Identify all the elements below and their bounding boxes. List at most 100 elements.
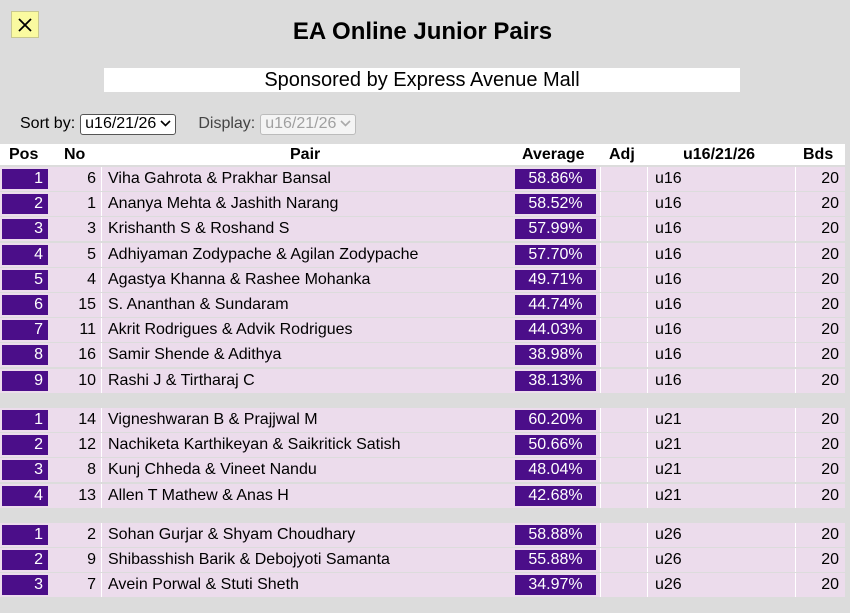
page-title: EA Online Junior Pairs xyxy=(292,18,553,45)
pos-badge: 2 xyxy=(2,194,48,215)
average-badge: 49.71% xyxy=(515,269,596,290)
group-cell: u16 xyxy=(655,296,682,313)
pair-names: Avein Porwal & Stuti Sheth xyxy=(101,573,509,598)
display-select[interactable]: u16/21/26 xyxy=(260,113,357,135)
table-row[interactable]: 2 1 Ananya Mehta & Jashith Narang 58.52% u16… xyxy=(0,192,845,217)
pos-badge: 5 xyxy=(2,269,48,290)
group-cell: u16 xyxy=(655,346,682,364)
adj-cell xyxy=(600,293,648,317)
pair-number: 1 xyxy=(87,195,96,213)
boards-cell: 20 xyxy=(795,548,839,573)
table-row[interactable]: 1 6 Viha Gahrota & Prakhar Bansal 58.86% u16… xyxy=(0,167,845,191)
pair-number: 15 xyxy=(78,296,96,313)
sponsor-banner: Sponsored by Express Avenue Mall xyxy=(104,68,740,92)
average-badge: 48.04% xyxy=(515,460,596,481)
average-badge: 44.74% xyxy=(515,295,596,315)
column-header-pos[interactable]: Pos xyxy=(9,146,38,164)
column-header-no[interactable]: No xyxy=(64,146,85,164)
column-header-pair[interactable]: Pair xyxy=(290,146,320,164)
adj-cell xyxy=(600,483,648,508)
group-cell: u16 xyxy=(655,321,682,339)
adj-cell xyxy=(600,523,648,547)
boards-cell: 20 xyxy=(795,167,839,191)
boards-cell: 20 xyxy=(795,573,839,598)
pos-badge: 3 xyxy=(2,575,48,596)
adj-cell xyxy=(600,267,648,292)
group-cell: u16 xyxy=(655,371,682,389)
sort-select[interactable]: u16/21/26 xyxy=(80,113,177,135)
pair-names: Allen T Mathew & Anas H xyxy=(101,483,509,508)
pair-number: 2 xyxy=(87,526,96,543)
adj-cell xyxy=(600,573,648,598)
table-row[interactable]: 8 16 Samir Shende & Adithya 38.98% u16 20 xyxy=(0,343,845,368)
adj-cell xyxy=(600,167,648,191)
group-cell: u21 xyxy=(655,411,682,428)
pair-number: 10 xyxy=(78,371,96,389)
sort-select-value: u16/21/26 xyxy=(85,115,157,132)
chevron-down-icon xyxy=(340,119,351,130)
display-select-value: u16/21/26 xyxy=(265,115,337,132)
table-row[interactable]: 1 2 Sohan Gurjar & Shyam Choudhary 58.88% u2… xyxy=(0,523,845,547)
pos-badge: 8 xyxy=(2,345,48,366)
pos-badge: 6 xyxy=(2,295,48,315)
adj-cell xyxy=(600,343,648,368)
table-row[interactable]: 6 15 S. Ananthan & Sundaram 44.74% u16 20 xyxy=(0,293,845,317)
boards-cell: 20 xyxy=(795,433,839,458)
adj-cell xyxy=(600,242,648,267)
table-row[interactable]: 3 7 Avein Porwal & Stuti Sheth 34.97% u26 20 xyxy=(0,573,845,598)
column-header-bds[interactable]: Bds xyxy=(803,146,833,164)
group-cell: u16 xyxy=(655,195,682,213)
average-badge: 38.13% xyxy=(515,370,596,391)
column-header-average[interactable]: Average xyxy=(522,146,585,164)
average-badge: 55.88% xyxy=(515,550,596,571)
pair-number: 3 xyxy=(87,220,96,238)
boards-cell: 20 xyxy=(795,483,839,508)
pair-number: 8 xyxy=(87,461,96,479)
pair-names: Nachiketa Karthikeyan & Saikritick Satis… xyxy=(101,433,509,458)
average-badge: 42.68% xyxy=(515,485,596,506)
table-row[interactable]: 4 13 Allen T Mathew & Anas H 42.68% u21 20 xyxy=(0,483,845,508)
average-badge: 34.97% xyxy=(515,575,596,596)
table-row[interactable]: 2 9 Shibasshish Barik & Debojyoti Samanta 5… xyxy=(0,548,845,573)
average-badge: 58.52% xyxy=(515,194,596,215)
boards-cell: 20 xyxy=(795,408,839,432)
table-row[interactable]: 3 8 Kunj Chheda & Vineet Nandu 48.04% u21 20 xyxy=(0,458,845,483)
pair-names: Krishanth S & Roshand S xyxy=(101,217,509,242)
table-row[interactable]: 4 5 Adhiyaman Zodypache & Agilan Zodypache… xyxy=(0,242,845,267)
boards-cell: 20 xyxy=(795,293,839,317)
group-cell: u21 xyxy=(655,461,682,479)
boards-cell: 20 xyxy=(795,192,839,217)
adj-cell xyxy=(600,548,648,573)
pair-names: Adhiyaman Zodypache & Agilan Zodypache xyxy=(101,242,509,267)
pair-names: Rashi J & Tirtharaj C xyxy=(101,368,509,393)
sort-label: Sort by: xyxy=(20,115,76,132)
adj-cell xyxy=(600,458,648,483)
boards-cell: 20 xyxy=(795,343,839,368)
pair-number: 16 xyxy=(78,346,96,364)
boards-cell: 20 xyxy=(795,217,839,242)
table-row[interactable]: 9 10 Rashi J & Tirtharaj C 38.13% u16 20 xyxy=(0,368,845,393)
controls-bar: Sort by: u16/21/26 Display: u16/21/26 xyxy=(20,112,357,136)
table-row[interactable]: 5 4 Agastya Khanna & Rashee Mohanka 49.71% u… xyxy=(0,267,845,292)
table-row[interactable]: 2 12 Nachiketa Karthikeyan & Saikritick Sa… xyxy=(0,433,845,458)
pos-badge: 4 xyxy=(2,244,48,265)
column-header-group[interactable]: u16/21/26 xyxy=(683,146,755,164)
table-row[interactable]: 7 11 Akrit Rodrigues & Advik Rodrigues 44.0… xyxy=(0,318,845,343)
group-cell: u16 xyxy=(655,245,682,263)
pair-number: 13 xyxy=(78,486,96,504)
pair-names: Vigneshwaran B & Prajjwal M xyxy=(101,408,509,432)
adj-cell xyxy=(600,318,648,343)
adj-cell xyxy=(600,192,648,217)
average-badge: 57.70% xyxy=(515,244,596,265)
pair-names: Shibasshish Barik & Debojyoti Samanta xyxy=(101,548,509,573)
adj-cell xyxy=(600,433,648,458)
group-cell: u26 xyxy=(655,551,682,569)
table-row[interactable]: 3 3 Krishanth S & Roshand S 57.99% u16 20 xyxy=(0,217,845,242)
adj-cell xyxy=(600,408,648,432)
pair-number: 4 xyxy=(87,270,96,288)
average-badge: 60.20% xyxy=(515,410,596,430)
boards-cell: 20 xyxy=(795,267,839,292)
column-header-adj[interactable]: Adj xyxy=(609,146,635,164)
table-row[interactable]: 1 14 Vigneshwaran B & Prajjwal M 60.20% u21 2… xyxy=(0,408,845,432)
adj-cell xyxy=(600,217,648,242)
